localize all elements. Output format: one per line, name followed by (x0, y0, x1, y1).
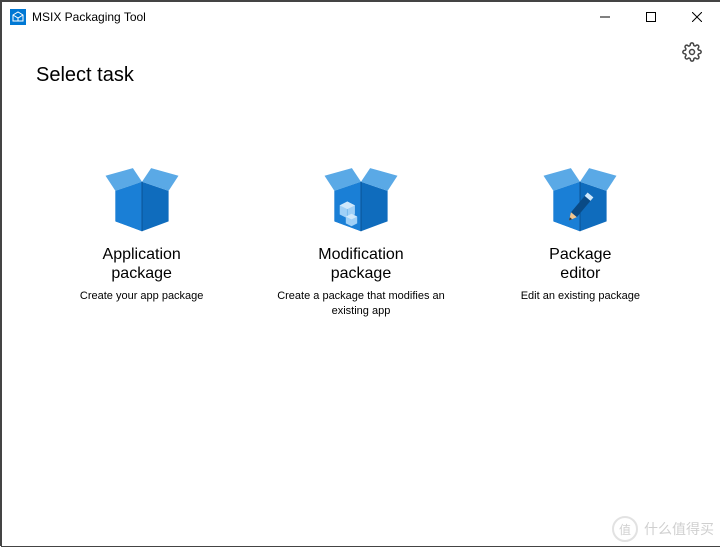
minimize-button[interactable] (582, 2, 628, 32)
maximize-button[interactable] (628, 2, 674, 32)
task-desc: Edit an existing package (485, 289, 675, 303)
task-title: Package editor (485, 245, 675, 283)
watermark: 值 什么值得买 (612, 516, 714, 542)
window-controls (582, 2, 720, 32)
task-package-editor[interactable]: Package editor Edit an existing package (485, 157, 675, 318)
task-desc: Create a package that modifies an existi… (266, 289, 456, 318)
watermark-text: 什么值得买 (644, 519, 714, 539)
watermark-badge: 值 (612, 516, 638, 542)
box-edit-icon (540, 157, 620, 237)
page-title: Select task (36, 64, 720, 87)
task-title: Application package (47, 245, 237, 283)
settings-icon[interactable] (682, 42, 702, 62)
task-title: Modification package (266, 245, 456, 283)
close-button[interactable] (674, 2, 720, 32)
task-desc: Create your app package (47, 289, 237, 303)
app-icon (10, 9, 26, 25)
task-modification-package[interactable]: Modification package Create a package th… (266, 157, 456, 318)
box-modification-icon (321, 157, 401, 237)
window-title: MSIX Packaging Tool (32, 10, 582, 24)
box-open-icon (102, 157, 182, 237)
task-application-package[interactable]: Application package Create your app pack… (47, 157, 237, 318)
task-row: Application package Create your app pack… (2, 157, 720, 318)
titlebar: MSIX Packaging Tool (2, 2, 720, 32)
